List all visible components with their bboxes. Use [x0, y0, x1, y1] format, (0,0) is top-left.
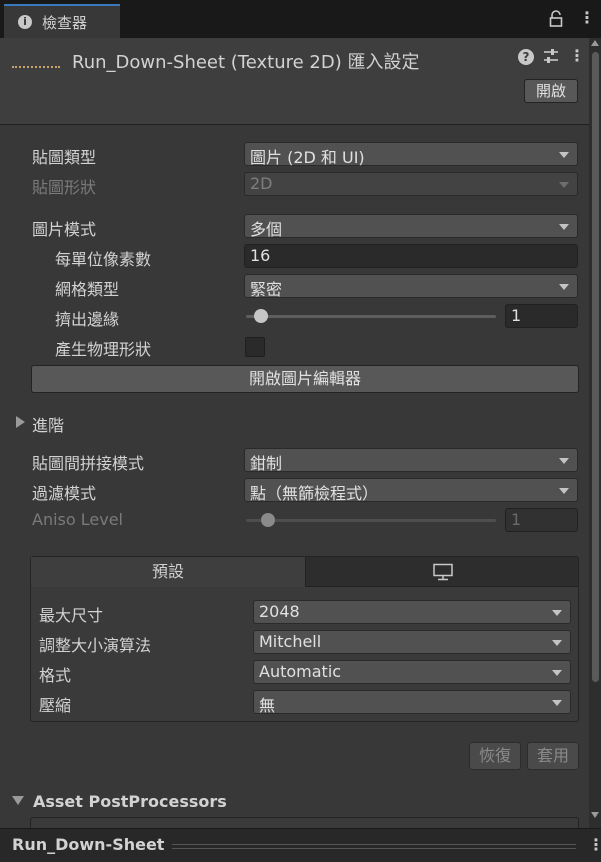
- texture-thumbnail: [12, 66, 60, 76]
- chevron-down-icon: [552, 700, 562, 706]
- wrap-mode-label: 貼圖間拼接模式: [32, 454, 145, 473]
- preview-menu-icon[interactable]: ⋮: [588, 835, 601, 854]
- context-menu-icon[interactable]: ⋮: [569, 46, 585, 66]
- extrude-edges-slider[interactable]: [246, 315, 496, 318]
- chevron-down-icon: [559, 458, 569, 464]
- chevron-down-icon: [559, 152, 569, 158]
- texture-shape-dropdown: 2D: [244, 172, 578, 196]
- extrude-edges-input[interactable]: 1: [505, 304, 578, 328]
- presets-icon[interactable]: [542, 47, 560, 65]
- mesh-type-value: 緊密: [250, 280, 283, 299]
- open-button[interactable]: 開啟: [524, 79, 578, 103]
- scroll-up-icon[interactable]: [591, 40, 599, 46]
- revert-button[interactable]: 恢復: [469, 742, 521, 770]
- texture-shape-value: 2D: [250, 174, 273, 193]
- chevron-down-icon: [552, 610, 562, 616]
- tab-inspector[interactable]: i 檢查器: [4, 4, 120, 38]
- postprocessors-list: [30, 817, 579, 828]
- texture-type-dropdown[interactable]: 圖片 (2D 和 UI): [244, 142, 578, 167]
- sprite-mode-dropdown[interactable]: 多個: [244, 214, 578, 239]
- aniso-level-input: 1: [505, 508, 578, 532]
- texture-type-label: 貼圖類型: [32, 148, 97, 167]
- wrap-mode-dropdown[interactable]: 鉗制: [244, 448, 578, 473]
- lock-icon[interactable]: [548, 10, 566, 28]
- aniso-level-value: 1: [511, 510, 522, 529]
- compression-label: 壓縮: [39, 696, 72, 715]
- info-icon: i: [18, 15, 32, 29]
- resize-algorithm-label: 調整大小演算法: [39, 636, 152, 655]
- filter-mode-dropdown[interactable]: 點（無篩檢程式）: [244, 478, 578, 503]
- max-size-value: 2048: [259, 602, 300, 621]
- chevron-down-icon: [559, 182, 569, 188]
- max-size-label: 最大尺寸: [39, 606, 104, 625]
- aniso-level-label: Aniso Level: [32, 510, 123, 529]
- filter-mode-value: 點（無篩檢程式）: [250, 484, 379, 503]
- tab-menu-icon[interactable]: ⋮: [579, 8, 595, 28]
- monitor-icon: [433, 563, 453, 581]
- tab-title: 檢查器: [42, 14, 88, 32]
- chevron-down-icon: [559, 284, 569, 290]
- inspector-header: Run_Down-Sheet (Texture 2D) 匯入設定 ? ⋮ 開啟: [0, 38, 589, 125]
- help-icon[interactable]: ?: [518, 49, 534, 65]
- preview-bar[interactable]: Run_Down-Sheet ⋮: [0, 828, 601, 862]
- resize-algorithm-dropdown[interactable]: Mitchell: [253, 630, 571, 654]
- extrude-edges-label: 擠出邊緣: [55, 310, 120, 329]
- generate-physics-label: 產生物理形狀: [55, 340, 152, 359]
- pixels-per-unit-value: 16: [250, 246, 271, 265]
- apply-button[interactable]: 套用: [527, 742, 579, 770]
- mesh-type-label: 網格類型: [55, 280, 120, 299]
- sprite-mode-value: 多個: [250, 220, 283, 239]
- aniso-level-slider-thumb: [261, 513, 275, 527]
- generate-physics-checkbox[interactable]: [245, 337, 265, 357]
- scrollbar-thumb[interactable]: [592, 52, 599, 682]
- scroll-down-icon[interactable]: [591, 812, 599, 818]
- sprite-mode-label: 圖片模式: [32, 220, 97, 239]
- format-label: 格式: [39, 666, 72, 685]
- extrude-edges-value: 1: [511, 306, 522, 325]
- chevron-down-icon: [559, 224, 569, 230]
- asset-postprocessors-foldout[interactable]: Asset PostProcessors: [33, 792, 227, 811]
- drag-handle[interactable]: [172, 844, 576, 849]
- max-size-dropdown[interactable]: 2048: [253, 600, 571, 624]
- pixels-per-unit-input[interactable]: 16: [244, 244, 578, 268]
- filter-mode-label: 過濾模式: [32, 484, 97, 503]
- resize-algorithm-value: Mitchell: [259, 632, 322, 651]
- import-settings-panel: 貼圖類型 圖片 (2D 和 UI) 貼圖形狀 2D 圖片模式 多個 每單位像素數…: [0, 125, 589, 828]
- compression-value: 無: [259, 696, 276, 715]
- texture-type-value: 圖片 (2D 和 UI): [250, 148, 365, 167]
- mesh-type-dropdown[interactable]: 緊密: [244, 274, 578, 299]
- format-value: Automatic: [259, 662, 342, 681]
- wrap-mode-value: 鉗制: [250, 454, 283, 473]
- open-sprite-editor-button[interactable]: 開啟圖片編輯器: [31, 365, 579, 393]
- chevron-down-icon: [552, 670, 562, 676]
- expand-arrow-icon[interactable]: [16, 416, 25, 428]
- aniso-level-slider: [246, 519, 496, 522]
- chevron-down-icon: [559, 488, 569, 494]
- asset-title: Run_Down-Sheet (Texture 2D) 匯入設定: [72, 52, 420, 73]
- collapse-arrow-icon[interactable]: [12, 796, 24, 805]
- compression-dropdown[interactable]: 無: [253, 690, 571, 715]
- chevron-down-icon: [552, 640, 562, 646]
- texture-shape-label: 貼圖形狀: [32, 178, 97, 197]
- pixels-per-unit-label: 每單位像素數: [55, 250, 152, 269]
- platform-settings-panel: 預設 最大尺寸 2048 調整大小演算法 Mitchell 格式 Automat…: [30, 556, 579, 722]
- tab-default-platform[interactable]: 預設: [31, 557, 305, 587]
- preview-title: Run_Down-Sheet: [12, 835, 165, 854]
- extrude-edges-slider-thumb[interactable]: [253, 309, 268, 323]
- format-dropdown[interactable]: Automatic: [253, 660, 571, 684]
- tab-standalone-platform[interactable]: [305, 557, 578, 587]
- advanced-foldout[interactable]: 進階: [32, 412, 64, 436]
